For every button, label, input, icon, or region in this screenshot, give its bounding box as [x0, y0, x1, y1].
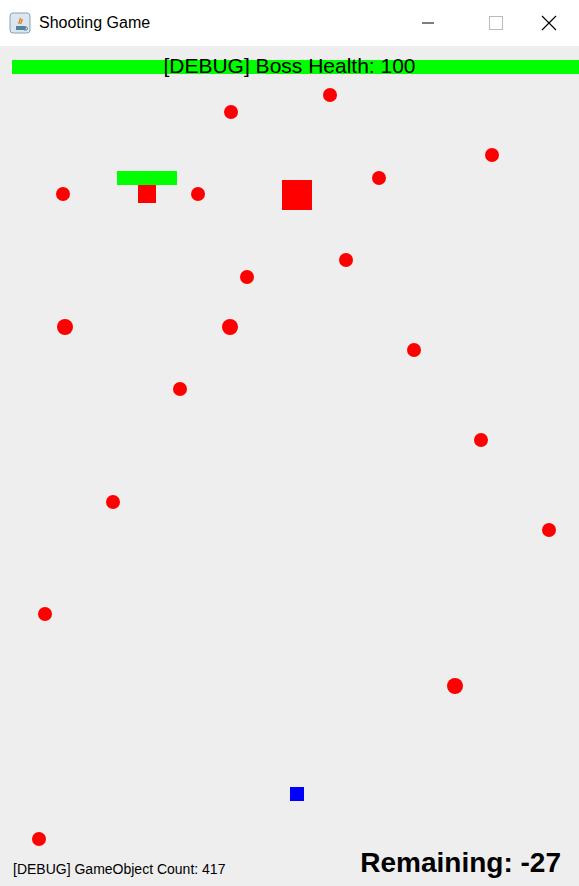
maximize-button[interactable]: [473, 0, 519, 46]
enemy-bullet: [474, 433, 488, 447]
boss: [282, 180, 312, 210]
enemy-health-bar: [117, 171, 177, 185]
enemy-bullet: [485, 148, 499, 162]
enemy-bullet: [191, 187, 205, 201]
remaining-counter: Remaining: -27: [360, 846, 561, 880]
title-bar: Shooting Game: [0, 0, 579, 46]
enemy-bullet: [106, 495, 120, 509]
java-icon: [9, 12, 31, 34]
enemy-bullet: [339, 253, 353, 267]
maximize-icon: [489, 16, 503, 30]
enemy-bullet: [542, 523, 556, 537]
enemy-bullet: [173, 382, 187, 396]
window-title: Shooting Game: [39, 11, 150, 35]
close-button[interactable]: [519, 0, 579, 46]
enemy-bullet: [222, 319, 238, 335]
minimize-icon: [422, 17, 434, 29]
enemy-bullet: [372, 171, 386, 185]
enemy-bullet: [32, 832, 46, 846]
boss-health-label: [DEBUG] Boss Health: 100: [163, 53, 415, 79]
enemy-bullet: [447, 678, 463, 694]
close-icon: [541, 15, 557, 31]
enemy-bullet: [323, 88, 337, 102]
game-canvas[interactable]: [DEBUG] Boss Health: 100 [DEBUG] GameObje…: [0, 46, 579, 886]
minimize-button[interactable]: [405, 0, 451, 46]
enemy: [138, 185, 156, 203]
enemy-bullet: [56, 187, 70, 201]
enemy-bullet: [240, 270, 254, 284]
enemy-bullet: [38, 607, 52, 621]
enemy-bullet: [224, 105, 238, 119]
game-window: Shooting Game[DEBUG] Boss Health: 100[DE…: [0, 0, 579, 886]
player[interactable]: [290, 787, 304, 801]
object-count: [DEBUG] GameObject Count: 417: [13, 860, 225, 878]
enemy-bullet: [407, 343, 421, 357]
enemy-bullet: [57, 319, 73, 335]
